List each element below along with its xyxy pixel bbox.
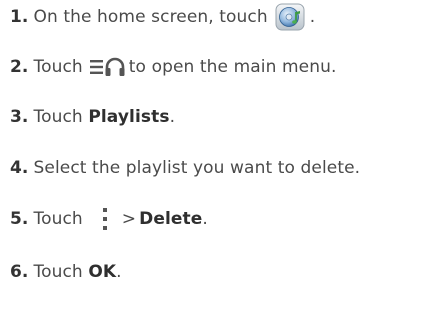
step-text-end: .	[202, 209, 208, 229]
playlists-label: Playlists	[88, 107, 170, 127]
more-options-icon	[100, 206, 110, 232]
step-text: On the home screen, touch	[33, 7, 268, 27]
step-number: 2.	[10, 57, 29, 77]
step-text: Select the playlist you want to delete.	[33, 158, 361, 178]
menu-path-separator: >	[121, 209, 137, 229]
delete-label: Delete	[139, 209, 203, 229]
step-number: 3.	[10, 107, 29, 127]
step-text: Touch	[33, 57, 83, 77]
step-4: 4. Select the playlist you want to delet…	[10, 155, 360, 181]
step-text: Touch	[33, 262, 83, 282]
ok-label: OK	[88, 262, 117, 282]
step-text: Touch	[33, 209, 83, 229]
step-3: 3. Touch Playlists.	[10, 104, 175, 130]
step-text-end: to open the main menu.	[128, 57, 337, 77]
step-5: 5. Touch > Delete.	[10, 206, 208, 232]
step-text-end: .	[309, 7, 316, 27]
step-1: 1. On the home screen, touch .	[10, 3, 316, 31]
step-number: 6.	[10, 262, 29, 282]
step-number: 5.	[10, 209, 29, 229]
step-6: 6. Touch OK.	[10, 259, 122, 285]
step-text: Touch	[33, 107, 83, 127]
step-text-end: .	[169, 107, 176, 127]
step-2: 2. Touch to open the main menu.	[10, 54, 336, 80]
music-app-icon	[275, 3, 305, 31]
step-number: 4.	[10, 158, 29, 178]
menu-headphones-icon	[89, 57, 127, 77]
step-number: 1.	[10, 7, 29, 27]
step-text-end: .	[116, 262, 122, 282]
